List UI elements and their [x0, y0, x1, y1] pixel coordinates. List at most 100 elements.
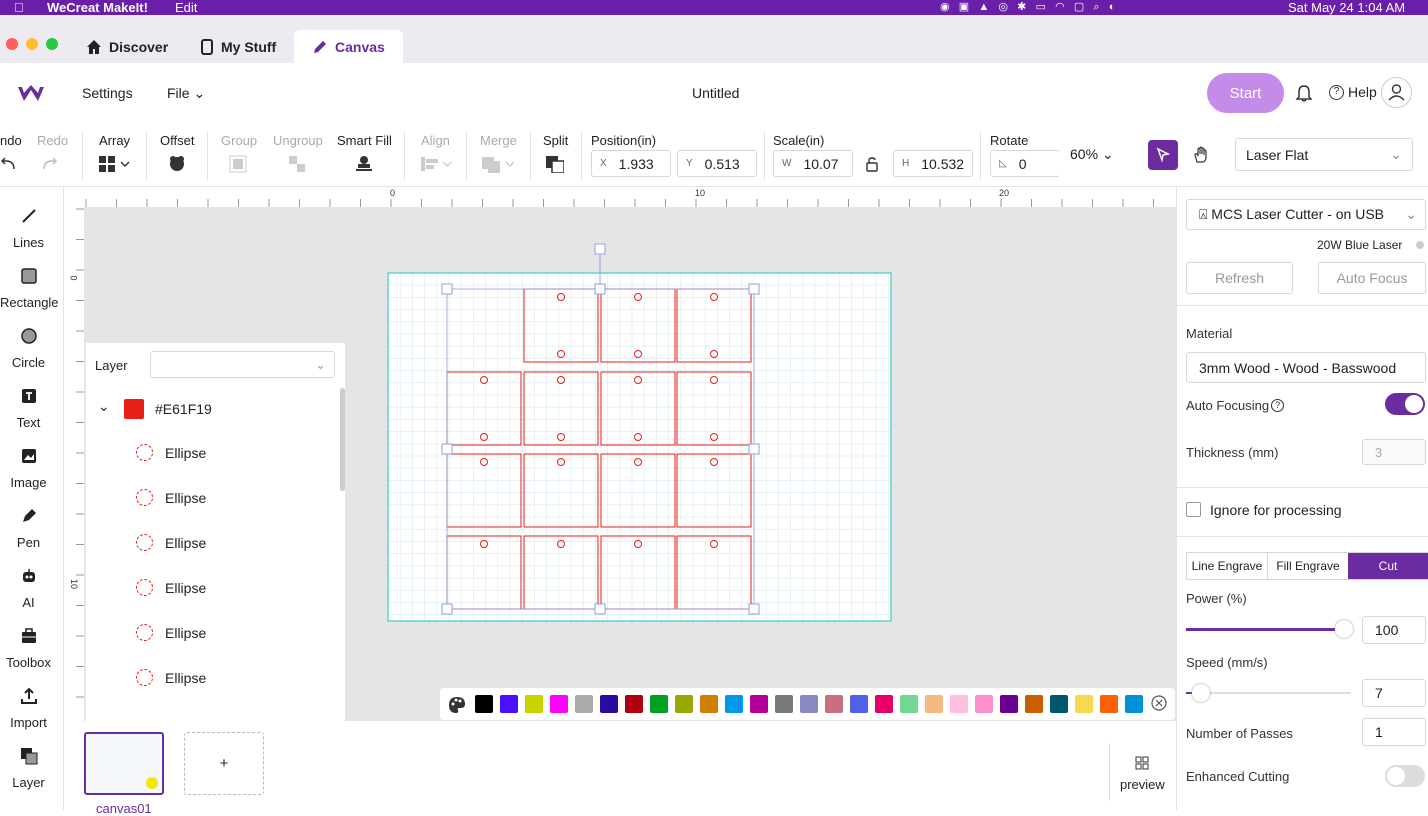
position-x-input[interactable]: X 1.933	[591, 150, 671, 177]
ai-tool[interactable]: AI	[0, 567, 57, 610]
canvas-name[interactable]: canvas01	[96, 801, 152, 816]
circle-tool[interactable]: Circle	[0, 327, 57, 370]
color-swatch[interactable]	[800, 695, 818, 713]
edit-menu[interactable]: Edit	[175, 0, 197, 15]
layer-item[interactable]: Ellipse	[136, 669, 206, 686]
color-swatch[interactable]	[825, 695, 843, 713]
enhanced-cutting-toggle[interactable]	[1385, 765, 1425, 787]
minimize-window-button[interactable]	[26, 38, 38, 50]
bell-icon[interactable]	[1296, 84, 1312, 102]
wecreat-logo-icon[interactable]	[18, 85, 44, 103]
image-tool[interactable]: Image	[0, 447, 57, 490]
layer-tool[interactable]: Layer	[0, 747, 57, 790]
split-icon[interactable]	[546, 155, 564, 173]
layer-item[interactable]: Ellipse	[136, 624, 206, 641]
power-input[interactable]: 100	[1362, 616, 1426, 644]
color-swatch[interactable]	[650, 695, 668, 713]
avatar[interactable]	[1381, 77, 1412, 108]
group-icon[interactable]	[229, 155, 247, 173]
tab-canvas[interactable]: Canvas	[294, 30, 403, 63]
pen-tool[interactable]: Pen	[0, 507, 57, 550]
redo-icon[interactable]	[40, 155, 58, 173]
color-swatch[interactable]	[950, 695, 968, 713]
thickness-input[interactable]: 3	[1362, 439, 1426, 465]
color-swatch[interactable]	[575, 695, 593, 713]
hand-icon[interactable]	[1192, 146, 1210, 164]
height-input[interactable]: H 10.532	[893, 150, 973, 177]
color-swatch[interactable]	[1125, 695, 1143, 713]
speed-slider-thumb[interactable]	[1192, 684, 1211, 702]
layer-scrollbar[interactable]	[340, 388, 345, 491]
help-icon[interactable]: ?	[1271, 399, 1285, 412]
color-swatch[interactable]	[775, 695, 793, 713]
lines-tool[interactable]: Lines	[0, 207, 57, 250]
chevron-down-icon[interactable]: ⌄	[98, 398, 110, 415]
color-swatch[interactable]	[1075, 695, 1093, 713]
auto-focusing-toggle[interactable]	[1385, 393, 1425, 415]
tab-cut[interactable]: Cut	[1348, 553, 1428, 579]
apple-icon[interactable]: 	[14, 0, 24, 15]
color-swatch[interactable]	[675, 695, 693, 713]
preview-button[interactable]: preview	[1120, 777, 1165, 792]
tab-my-stuff[interactable]: My Stuff	[200, 30, 276, 63]
add-canvas-button[interactable]: +	[184, 732, 264, 795]
start-button[interactable]: Start	[1207, 73, 1284, 113]
settings-menu[interactable]: Settings	[82, 85, 133, 101]
grid-view-icon[interactable]	[1135, 756, 1149, 770]
layer-item[interactable]: Ellipse	[136, 579, 206, 596]
color-swatch[interactable]	[1050, 695, 1068, 713]
text-tool[interactable]: Text	[0, 387, 57, 430]
color-swatch[interactable]	[725, 695, 743, 713]
unlock-icon[interactable]	[866, 157, 878, 172]
ignore-checkbox[interactable]	[1186, 502, 1201, 517]
color-swatch[interactable]	[600, 695, 618, 713]
undo-icon[interactable]	[0, 155, 18, 173]
layer-item[interactable]: Ellipse	[136, 444, 206, 461]
help-button[interactable]: ? Help	[1329, 84, 1377, 100]
color-swatch[interactable]	[475, 695, 493, 713]
color-swatch[interactable]	[875, 695, 893, 713]
color-swatch[interactable]	[1000, 695, 1018, 713]
speed-slider-track[interactable]	[1186, 692, 1351, 694]
color-swatch[interactable]	[550, 695, 568, 713]
offset-icon[interactable]	[168, 155, 186, 173]
canvas-thumbnail[interactable]	[84, 732, 164, 795]
tab-line-engrave[interactable]: Line Engrave	[1187, 553, 1268, 579]
import-tool[interactable]: Import	[0, 687, 57, 730]
tab-discover[interactable]: Discover	[86, 30, 168, 63]
merge-icon[interactable]	[482, 155, 516, 173]
app-menu[interactable]: WeCreat MakeIt!	[47, 0, 148, 15]
rectangle-tool[interactable]: Rectangle	[0, 267, 59, 310]
color-swatch[interactable]	[925, 695, 943, 713]
layer-item[interactable]: Ellipse	[136, 489, 206, 506]
close-window-button[interactable]	[6, 38, 18, 50]
layer-item[interactable]: Ellipse	[136, 534, 206, 551]
refresh-button[interactable]: Refresh	[1186, 262, 1293, 294]
color-swatch[interactable]	[975, 695, 993, 713]
color-swatch[interactable]	[525, 695, 543, 713]
tab-fill-engrave[interactable]: Fill Engrave	[1268, 553, 1348, 579]
select-tool-button[interactable]	[1148, 140, 1178, 170]
machine-select[interactable]: ⍓ MCS Laser Cutter - on USB ⌄	[1186, 199, 1426, 230]
color-swatch[interactable]	[625, 695, 643, 713]
toolbox-tool[interactable]: Toolbox	[0, 627, 57, 670]
array-icon[interactable]	[99, 155, 131, 173]
mode-select[interactable]: Laser Flat ⌄	[1235, 138, 1413, 171]
ungroup-icon[interactable]	[288, 155, 306, 173]
material-select[interactable]: 3mm Wood - Wood - Basswood	[1186, 352, 1426, 383]
color-swatch[interactable]	[700, 695, 718, 713]
close-circle-icon[interactable]	[1151, 695, 1167, 711]
color-swatch[interactable]	[850, 695, 868, 713]
position-y-input[interactable]: Y 0.513	[677, 150, 757, 177]
document-title[interactable]: Untitled	[692, 85, 739, 101]
rotate-input[interactable]: ◺ 0	[990, 150, 1060, 177]
stamp-icon[interactable]	[355, 155, 373, 173]
color-swatch[interactable]	[900, 695, 918, 713]
width-input[interactable]: W 10.07	[773, 150, 853, 177]
auto-focus-button[interactable]: Auto Focus	[1318, 262, 1426, 294]
zoom-window-button[interactable]	[46, 38, 58, 50]
layer-color-swatch[interactable]	[124, 399, 144, 419]
zoom-select[interactable]: 60% ⌄	[1070, 146, 1114, 163]
power-slider-track[interactable]	[1186, 628, 1344, 631]
palette-icon[interactable]	[448, 696, 466, 714]
